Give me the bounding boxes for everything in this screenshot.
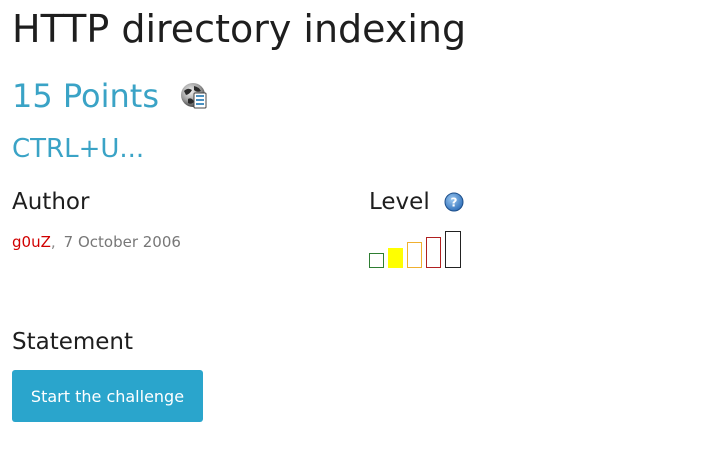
level-bar-2: [388, 248, 403, 268]
author-info: g0uZ, 7 October 2006: [12, 232, 181, 252]
web-server-icon: [179, 81, 209, 111]
svg-text:?: ?: [450, 196, 457, 210]
challenge-subtitle: CTRL+U...: [12, 134, 145, 164]
level-bar-1: [369, 253, 384, 268]
level-bar-5: [445, 231, 461, 268]
level-heading: Level: [369, 189, 430, 215]
level-heading-row: Level ?: [369, 186, 464, 218]
challenge-points: 15 Points: [12, 77, 160, 115]
author-link[interactable]: g0uZ: [12, 233, 51, 251]
author-separator: ,: [50, 233, 56, 251]
points-row: 15 Points: [12, 74, 209, 118]
publication-date: 7 October 2006: [63, 233, 181, 251]
start-challenge-button[interactable]: Start the challenge: [12, 370, 203, 422]
level-bar-3: [407, 242, 422, 268]
author-heading: Author: [12, 189, 90, 215]
statement-heading: Statement: [12, 329, 134, 355]
challenge-title: HTTP directory indexing: [12, 7, 467, 51]
difficulty-level-indicator: [369, 228, 469, 268]
help-icon[interactable]: ?: [444, 192, 464, 212]
level-bar-4: [426, 237, 441, 268]
